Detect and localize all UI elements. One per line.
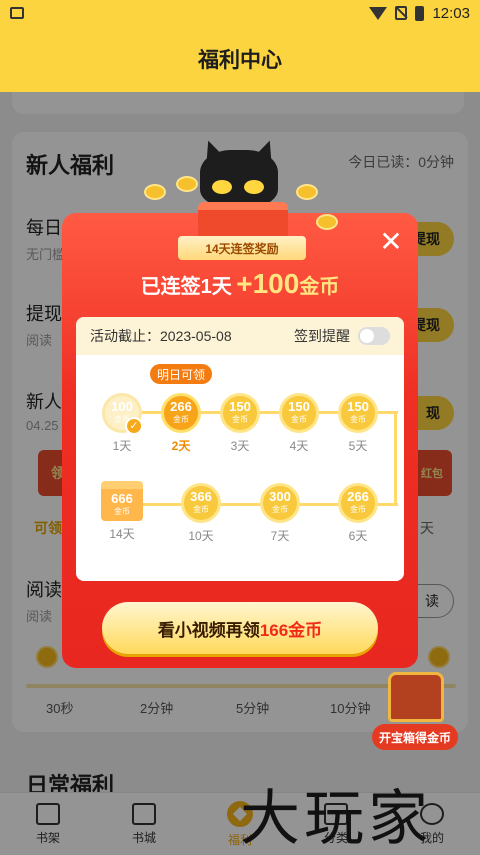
- watermark-logo: 大玩家: [240, 784, 432, 854]
- day-coin: 266 金币: [338, 483, 378, 523]
- day-node: 366 金币 10天: [174, 483, 228, 544]
- day-node: 266 金币 2天: [154, 393, 208, 454]
- treasure-chest-icon: [388, 672, 444, 722]
- day-coin: 266 金币: [161, 393, 201, 433]
- sign-in-calendar: 活动截止：2023-05-08 签到提醒 100 金币 ✓ 1天 266 金币 2天…: [76, 317, 404, 581]
- day-label: 5天: [348, 439, 368, 453]
- coin-icon: [144, 184, 166, 200]
- day-label: 2天: [171, 439, 191, 453]
- treasure-chest-label: 开宝箱得金币: [372, 724, 458, 750]
- day-coin: 150 金币: [338, 393, 378, 433]
- day-label: 3天: [230, 439, 250, 453]
- no-sim-icon: [395, 6, 408, 20]
- mascot-eye: [244, 180, 264, 194]
- check-icon: ✓: [125, 417, 143, 435]
- battery-icon: [415, 5, 425, 21]
- streak-unit: 金币: [299, 276, 340, 298]
- day-node: 150 金币 3天: [213, 393, 267, 454]
- treasure-chest[interactable]: 开宝箱得金币: [372, 672, 458, 754]
- reminder-toggle[interactable]: [358, 327, 390, 345]
- day-node: 300 金币 7天: [253, 483, 307, 544]
- app-header: 福利中心: [0, 26, 480, 92]
- streak-amount: +100: [236, 268, 300, 299]
- watch-video-button[interactable]: 看小视频再领 166金币: [102, 602, 378, 654]
- day-coin: 150 金币: [279, 393, 319, 433]
- day-coin: 366 金币: [181, 483, 221, 523]
- calendar-header: 活动截止：2023-05-08 签到提醒: [76, 317, 404, 355]
- streak-ribbon: 14天连签奖励: [168, 236, 316, 260]
- day-coin: 150 金币: [220, 393, 260, 433]
- reminder-setting: 签到提醒: [294, 326, 390, 346]
- coin-icon: [296, 184, 318, 200]
- day-node-gift: 666 金币 14天: [95, 481, 149, 542]
- day-label: 10天: [188, 529, 214, 543]
- close-button[interactable]: ✕: [378, 228, 404, 256]
- day-label: 1天: [112, 439, 132, 453]
- activity-deadline: 活动截止：2023-05-08: [90, 328, 232, 344]
- day-label: 4天: [289, 439, 309, 453]
- tomorrow-claim-tag: 明日可领: [150, 364, 212, 384]
- streak-prefix: 已连签1天: [140, 276, 232, 298]
- day-label: 6天: [348, 529, 368, 543]
- day-node: 150 金币 4天: [272, 393, 326, 454]
- mascot-eye: [212, 180, 232, 194]
- coin-icon: [316, 214, 338, 230]
- page-title: 福利中心: [198, 49, 282, 72]
- streak-summary: 已连签1天 +100金币: [62, 268, 418, 300]
- day-coin: 300 金币: [260, 483, 300, 523]
- gift-box-icon: 666 金币: [101, 481, 143, 521]
- coin-icon: [176, 176, 198, 192]
- day-label: 7天: [270, 529, 290, 543]
- image-icon: [10, 7, 24, 19]
- day-label: 14天: [109, 527, 135, 541]
- day-node: 150 金币 5天: [331, 393, 385, 454]
- video-button-prefix: 看小视频再领: [157, 620, 260, 640]
- video-button-amount: 166金币: [259, 620, 323, 640]
- status-bar: 12:03: [0, 0, 480, 26]
- day-node: 266 金币 6天: [331, 483, 385, 544]
- day-node: 100 金币 ✓ 1天: [95, 393, 149, 454]
- reminder-label: 签到提醒: [294, 328, 350, 344]
- cat-mascot-icon: [200, 150, 278, 206]
- progress-path: [394, 411, 397, 505]
- wifi-icon: [369, 6, 388, 20]
- status-time: 12:03: [432, 4, 470, 22]
- mascot-illustration: [140, 137, 340, 250]
